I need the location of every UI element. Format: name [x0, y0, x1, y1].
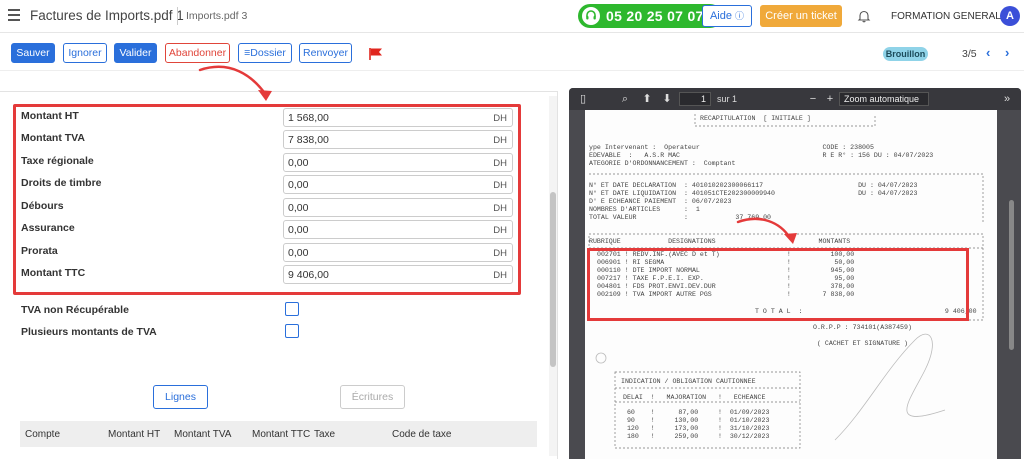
checkbox-label: TVA non Récupérable: [21, 304, 129, 316]
flag-icon[interactable]: [368, 47, 384, 61]
document-subtitle[interactable]: Imports.pdf 3: [186, 10, 247, 22]
column-header[interactable]: Montant TVA: [174, 429, 231, 440]
top-header: Factures de Imports.pdf 1 Imports.pdf 3 …: [0, 0, 1024, 33]
bell-icon[interactable]: [857, 9, 871, 23]
chevron-right-icon[interactable]: ›: [1005, 46, 1017, 60]
column-header[interactable]: Montant TTC: [252, 429, 310, 440]
pdf-zoom-select[interactable]: Zoom automatique: [839, 92, 929, 106]
pdf-page-input[interactable]: 1: [679, 92, 711, 106]
form-scrollbar-thumb[interactable]: [550, 192, 556, 367]
save-button[interactable]: Sauver: [11, 43, 55, 63]
create-ticket-button[interactable]: Créer un ticket: [760, 5, 842, 27]
tab-ecritures[interactable]: Écritures: [340, 385, 405, 409]
plusieurs-montants-checkbox[interactable]: [285, 324, 299, 338]
document-title: Factures de Imports.pdf 1: [30, 8, 184, 23]
form-scrollbar[interactable]: [549, 96, 557, 456]
highlight-box-pdf: [587, 248, 969, 321]
support-phone-number: 05 20 25 07 07: [606, 8, 704, 24]
status-badge: Brouillon: [883, 47, 928, 61]
arrow-down-icon[interactable]: ⬇: [661, 93, 673, 105]
tva-non-recuperable-checkbox[interactable]: [285, 302, 299, 316]
pdf-page-count: sur 1: [717, 94, 738, 104]
headset-icon: [582, 7, 600, 25]
help-button[interactable]: Aide ⓘ: [702, 5, 752, 27]
title-separator: [177, 7, 178, 25]
search-icon[interactable]: ⌕: [619, 93, 631, 105]
user-avatar[interactable]: A: [1000, 6, 1020, 26]
column-header[interactable]: Compte: [25, 429, 60, 440]
more-tools-icon[interactable]: »: [1001, 93, 1013, 105]
validate-button[interactable]: Valider: [114, 43, 157, 63]
menu-icon[interactable]: [8, 9, 20, 21]
document-pager: 3/5: [962, 48, 977, 60]
sidebar-toggle-icon[interactable]: ▯: [577, 93, 589, 105]
column-header[interactable]: Montant HT: [108, 429, 160, 440]
arrow-up-icon[interactable]: ⬆: [641, 93, 653, 105]
zoom-out-icon[interactable]: −: [807, 93, 819, 105]
zoom-in-icon[interactable]: +: [824, 93, 836, 105]
folder-button-label: Dossier: [250, 47, 286, 59]
checkbox-label: Plusieurs montants de TVA: [21, 326, 157, 338]
column-header[interactable]: Taxe: [314, 429, 335, 440]
tab-lignes[interactable]: Lignes: [153, 385, 208, 409]
chevron-left-icon[interactable]: ‹: [986, 46, 998, 60]
support-phone-pill[interactable]: 05 20 25 07 07: [578, 4, 722, 28]
lines-table-header: Compte Montant HT Montant TVA Montant TT…: [20, 421, 537, 447]
highlight-box-form: [13, 104, 521, 295]
pdf-scrollbar-thumb[interactable]: [1009, 200, 1014, 350]
resend-button[interactable]: Renvoyer: [299, 43, 352, 63]
column-header[interactable]: Code de taxe: [392, 429, 452, 440]
abandon-button[interactable]: Abandonner: [165, 43, 230, 63]
ignore-button[interactable]: Ignorer: [63, 43, 107, 63]
help-circle-icon: ⓘ: [735, 11, 745, 21]
pdf-toolbar: ▯ ⌕ ⬆ ⬇ 1 sur 1 − + Zoom automatique »: [569, 88, 1021, 110]
folder-button[interactable]: ≡Dossier: [238, 43, 292, 63]
organization-name[interactable]: FORMATION GENERALE: [891, 11, 1008, 22]
action-toolbar: Sauver Ignorer Valider Abandonner ≡Dossi…: [0, 35, 1024, 71]
help-button-label: Aide: [709, 10, 732, 22]
